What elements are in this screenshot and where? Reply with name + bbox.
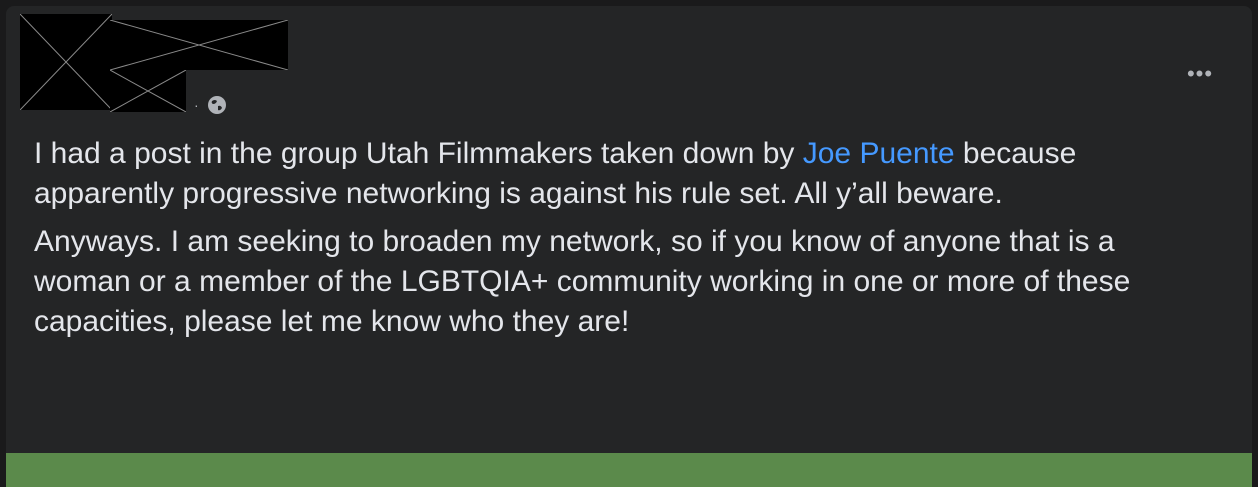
redaction-cross-icon bbox=[110, 20, 288, 70]
redaction-cross-icon bbox=[20, 14, 112, 110]
screenshot-frame: · ••• I had a post in the group Utah Fil… bbox=[0, 0, 1258, 487]
redacted-avatar bbox=[20, 14, 112, 110]
paragraph-1-text-before: I had a post in the group Utah Filmmaker… bbox=[34, 137, 803, 170]
globe-icon[interactable] bbox=[207, 95, 227, 115]
more-options-icon[interactable]: ••• bbox=[1182, 63, 1218, 85]
mention-link[interactable]: Joe Puente bbox=[803, 137, 955, 170]
redacted-author-name bbox=[110, 20, 288, 70]
post-paragraph-2: Anyways. I am seeking to broaden my netw… bbox=[34, 225, 1131, 338]
post-body: I had a post in the group Utah Filmmaker… bbox=[34, 134, 1204, 350]
redacted-timestamp bbox=[110, 70, 186, 112]
post-paragraph-1: I had a post in the group Utah Filmmaker… bbox=[34, 134, 1204, 214]
attached-media-preview[interactable] bbox=[6, 453, 1252, 487]
post-meta: · bbox=[194, 94, 227, 116]
post-card: · ••• I had a post in the group Utah Fil… bbox=[6, 6, 1252, 487]
meta-separator: · bbox=[194, 97, 199, 113]
redaction-cross-icon bbox=[110, 70, 186, 112]
